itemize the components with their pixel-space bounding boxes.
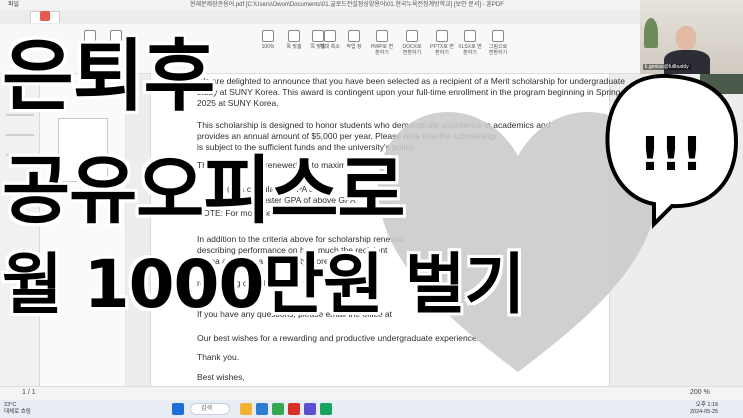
overlay-line-1: 은퇴후	[2, 32, 215, 122]
bubble-exclamation: !!!	[640, 127, 703, 181]
overlay-line-2: 공유오피스로	[2, 148, 405, 234]
overlay-line-3: 월 1000만원 벌기	[2, 246, 525, 323]
